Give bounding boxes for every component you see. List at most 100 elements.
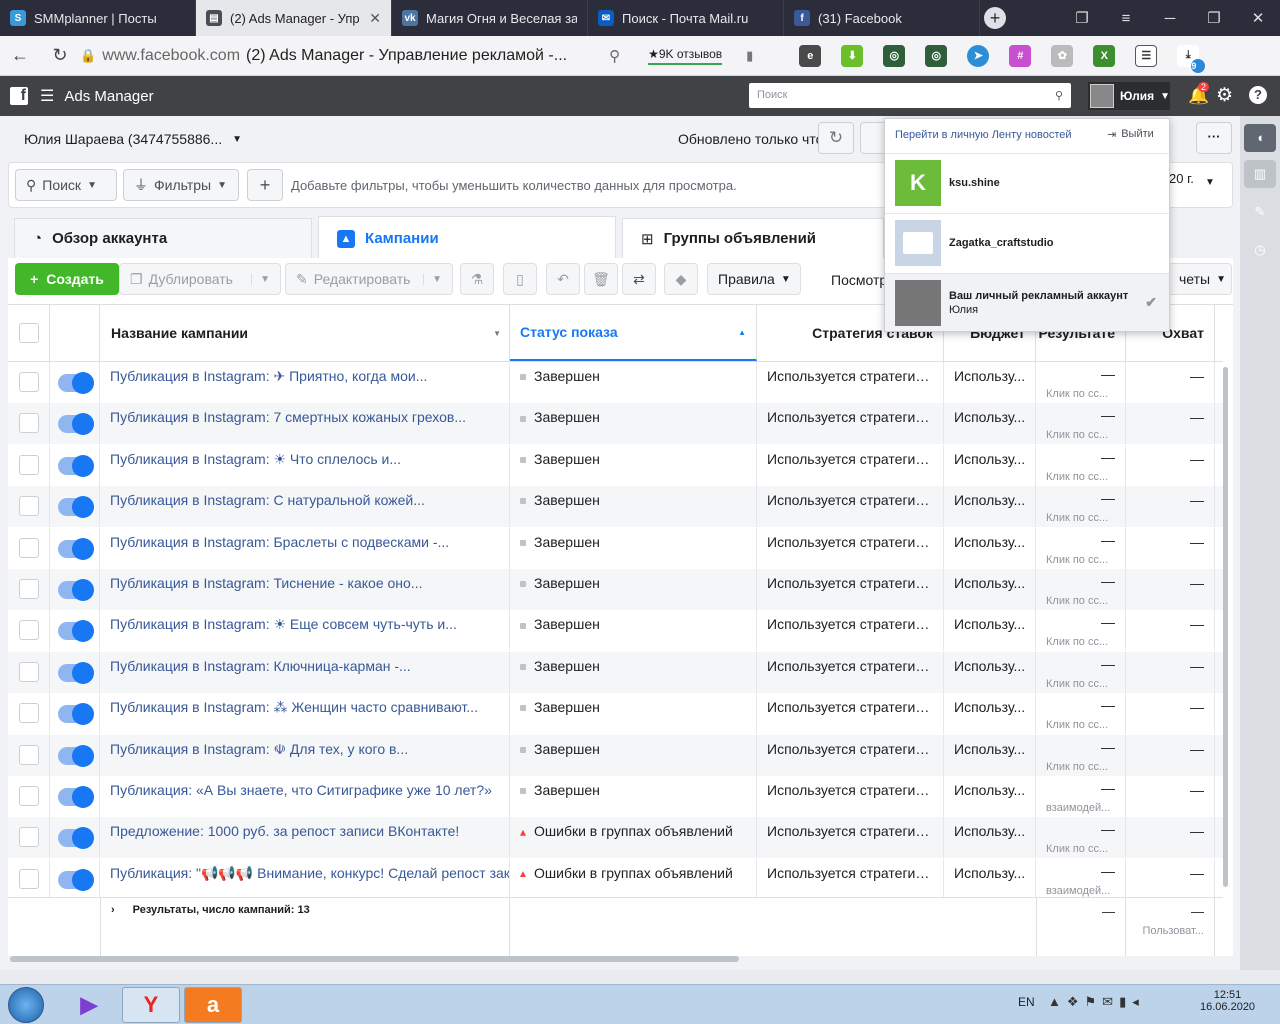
row-checkbox[interactable] (19, 620, 39, 641)
chat-panel-icon[interactable]: ◖ (1244, 124, 1276, 152)
export-icon[interactable]: ⇄ (622, 263, 656, 295)
campaign-toggle[interactable] (58, 413, 94, 436)
select-all-checkbox[interactable] (18, 323, 39, 343)
clock[interactable]: 12:51 16.06.2020 (1200, 989, 1255, 1013)
pencil-icon[interactable]: ✎ (1244, 198, 1276, 226)
reviews-badge[interactable]: ★9K отзывов (648, 47, 723, 65)
browser-tab-2[interactable]: vk Магия Огня и Веселая за (392, 0, 588, 36)
vertical-scrollbar[interactable] (1223, 367, 1228, 887)
campaign-toggle[interactable] (58, 661, 94, 684)
campaign-name-link[interactable]: Публикация в Instagram: 7 смертных кожан… (100, 403, 510, 445)
chat-icon[interactable]: ☰ (1135, 44, 1158, 67)
row-checkbox[interactable] (19, 661, 39, 682)
logout-button[interactable]: ⇥ Выйти (1107, 128, 1154, 141)
tab-campaigns[interactable]: ▲ Кампании (318, 216, 616, 260)
table-row[interactable]: Публикация в Instagram: Ключница-карман … (8, 651, 1223, 693)
url-field[interactable]: 🔒 www.facebook.com (2) Ads Manager - Упр… (80, 42, 567, 70)
chevron-down-icon[interactable]: ▼ (1205, 177, 1215, 188)
row-checkbox[interactable] (19, 413, 39, 434)
close-window-icon[interactable]: ✕ (1236, 9, 1280, 27)
row-checkbox[interactable] (19, 827, 39, 848)
news-feed-link[interactable]: Перейти в личную Ленту новостей (895, 129, 1072, 141)
account-item-zagatka[interactable]: Zagatka_craftstudio (885, 213, 1169, 271)
browser-tab-0[interactable]: S SMMplanner | Посты (0, 0, 196, 36)
tab-account-overview[interactable]: ◔ Обзор аккаунта (14, 218, 312, 258)
search-button[interactable]: ⚲ Поиск ▼ (15, 169, 117, 201)
facebook-logo-icon[interactable]: f (10, 87, 28, 105)
campaign-toggle[interactable] (58, 786, 94, 808)
row-checkbox[interactable] (19, 703, 39, 724)
duplicate-button[interactable]: ❐ Дублировать ▼ (119, 263, 281, 295)
table-row[interactable]: Публикация в Instagram: 7 смертных кожан… (8, 403, 1223, 445)
ext-green-icon[interactable]: ◎ (883, 44, 906, 67)
table-row[interactable]: Публикация в Instagram: Тиснение - какое… (8, 569, 1223, 610)
reports-button[interactable]: четы ▼ (1168, 263, 1232, 295)
row-checkbox[interactable] (19, 786, 39, 806)
table-row[interactable]: Публикация в Instagram: ☫ Для тех, у ког… (8, 734, 1223, 776)
clipboard-icon[interactable]: ▯ (503, 263, 537, 295)
reload-icon[interactable]: ↻ (40, 45, 80, 66)
campaign-toggle[interactable] (58, 579, 94, 601)
download-manager-icon[interactable]: ⤓ 9 (1177, 44, 1206, 73)
ext-green2-icon[interactable]: ◎ (925, 44, 948, 67)
minimize-icon[interactable]: ─ (1148, 10, 1192, 27)
menu-icon[interactable]: ≡ (1104, 10, 1148, 27)
expand-chevron-icon[interactable]: › (111, 904, 115, 950)
new-tab-icon[interactable]: + (984, 7, 1006, 29)
bar-chart-icon[interactable]: ▥ (1244, 160, 1276, 188)
date-range[interactable]: 20 г. (1169, 171, 1194, 186)
campaign-name-link[interactable]: Публикация в Instagram: Тиснение - какое… (100, 569, 510, 610)
create-button[interactable]: + Создать (15, 263, 119, 295)
account-selector[interactable]: Юлия Шараева (3474755886... ▼ (24, 131, 242, 147)
campaign-toggle[interactable] (58, 372, 94, 394)
restore-icon[interactable]: ❐ (1192, 9, 1236, 27)
tag-icon[interactable]: ◆ (664, 263, 698, 295)
table-row[interactable]: Публикация в Instagram: С натуральной ко… (8, 486, 1223, 528)
tray-icons[interactable]: ▲❖⚑✉▮◂ (1048, 994, 1145, 1010)
campaign-toggle[interactable] (58, 827, 94, 850)
tab-ad-sets[interactable]: ⊞ Группы объявлений (622, 218, 884, 258)
campaign-name-link[interactable]: Публикация в Instagram: ☀ Еще совсем чут… (100, 610, 510, 652)
campaign-name-link[interactable]: Публикация: «А Вы знаете, что Ситиграфик… (100, 776, 510, 817)
table-row[interactable]: Публикация в Instagram: ✈ Приятно, когда… (8, 362, 1223, 403)
filters-button[interactable]: ⏚ Фильтры ▼ (123, 169, 239, 201)
video-player-icon[interactable]: ▶ (60, 987, 118, 1023)
search-icon[interactable]: ⚲ (609, 47, 620, 65)
table-row[interactable]: Публикация в Instagram: ⁂ Женщин часто с… (8, 693, 1223, 735)
row-checkbox[interactable] (19, 744, 39, 765)
account-item-ksu-shine[interactable]: K ksu.shine (885, 153, 1169, 211)
add-filter-icon[interactable]: + (247, 169, 283, 201)
table-row[interactable]: Публикация: "📢📢📢 Внимание, конкурс! Сдел… (8, 858, 1223, 897)
view-setup-link[interactable]: Посмотр (831, 272, 887, 288)
horizontal-scrollbar[interactable] (10, 956, 739, 962)
header-campaign-name[interactable]: Название кампании ▼ (100, 305, 510, 361)
yandex-browser-icon[interactable]: Y (122, 987, 180, 1023)
filter-hint[interactable]: Добавьте фильтры, чтобы уменьшить количе… (291, 178, 737, 193)
row-checkbox[interactable] (19, 537, 39, 558)
ext-x-icon[interactable]: X (1093, 44, 1116, 67)
campaign-toggle[interactable] (58, 868, 94, 891)
campaign-name-link[interactable]: Публикация в Instagram: Браслеты с подве… (100, 527, 510, 569)
row-checkbox[interactable] (19, 868, 39, 889)
edit-button[interactable]: ✎ Редактировать ▼ (285, 263, 453, 295)
campaign-name-link[interactable]: Публикация в Instagram: ☀ Что сплелось и… (100, 444, 510, 486)
browser-tab-4[interactable]: f (31) Facebook (784, 0, 980, 36)
download-icon[interactable]: ⬇ (841, 44, 864, 67)
clock-icon[interactable]: ◷ (1244, 236, 1276, 264)
table-row[interactable]: Публикация в Instagram: Браслеты с подве… (8, 527, 1223, 569)
telegram-icon[interactable]: ➤ (967, 44, 990, 67)
campaign-toggle[interactable] (58, 744, 94, 767)
campaign-name-link[interactable]: Публикация в Instagram: ☫ Для тех, у ког… (100, 734, 510, 776)
bookmark-icon[interactable]: ▮ (746, 48, 753, 64)
tabs-overview-icon[interactable]: ❐ (1060, 9, 1104, 27)
hamburger-menu-icon[interactable]: ☰ (40, 86, 54, 106)
flask-icon[interactable]: ⚗ (460, 263, 494, 295)
campaign-toggle[interactable] (58, 496, 94, 519)
help-icon[interactable]: ? (1249, 86, 1267, 104)
account-item-personal[interactable]: Ваш личный рекламный аккаунт Юлия ✔ (885, 273, 1169, 331)
notifications-icon[interactable]: 🔔 2 (1188, 82, 1209, 106)
row-checkbox[interactable] (19, 496, 39, 517)
campaign-name-link[interactable]: Публикация в Instagram: С натуральной ко… (100, 486, 510, 528)
language-indicator[interactable]: EN (1018, 995, 1035, 1009)
start-button-icon[interactable] (8, 987, 44, 1023)
